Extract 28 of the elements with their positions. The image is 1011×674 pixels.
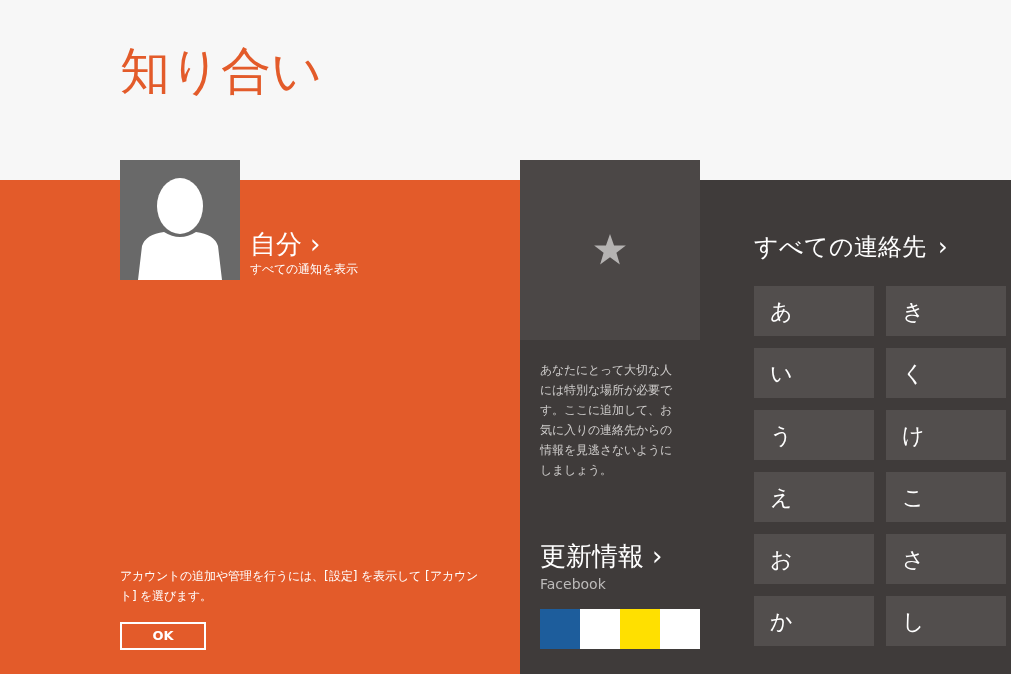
account-note: アカウントの追加や管理を行うには、[設定] を表示して [アカウント] を選びます。 (120, 568, 479, 605)
letter-tile[interactable]: こ (886, 472, 1006, 522)
updates-link[interactable]: 更新情報 › (540, 539, 663, 572)
photo-placeholder[interactable] (660, 609, 700, 649)
letter-tile[interactable]: い (754, 348, 874, 398)
ok-button[interactable]: OK (120, 622, 206, 650)
letter-tile[interactable]: え (754, 472, 874, 522)
letter-tile[interactable]: お (754, 534, 874, 584)
avatar-placeholder[interactable] (120, 160, 240, 280)
letter-tile[interactable]: け (886, 410, 1006, 460)
photo-placeholder[interactable] (580, 609, 620, 649)
letter-tile[interactable]: き (886, 286, 1006, 336)
photo-placeholder[interactable] (540, 609, 580, 649)
favorites-description: あなたにとって大切な人には特別な場所が必要です。ここに追加して、お気に入りの連絡先からの情報を見逃さないようにしましょう。 (539, 362, 673, 479)
letter-tile[interactable]: あ (754, 286, 874, 336)
letter-tile[interactable]: う (754, 410, 874, 460)
favorite-tile[interactable] (520, 160, 700, 340)
letter-tile[interactable]: か (754, 596, 874, 646)
star-icon (593, 234, 627, 266)
all-contacts-link[interactable]: すべての連絡先 › (754, 232, 948, 262)
me-link[interactable]: 自分 › (250, 227, 358, 260)
letter-tile[interactable]: し (886, 596, 1006, 646)
page-title: 知り合い (120, 46, 322, 96)
letter-tile[interactable]: さ (886, 534, 1006, 584)
letter-tile[interactable]: く (886, 348, 1006, 398)
notifications-link[interactable]: すべての通知を表示 (250, 260, 358, 278)
photo-placeholder[interactable] (620, 609, 660, 649)
source-label: Facebook (540, 575, 607, 594)
